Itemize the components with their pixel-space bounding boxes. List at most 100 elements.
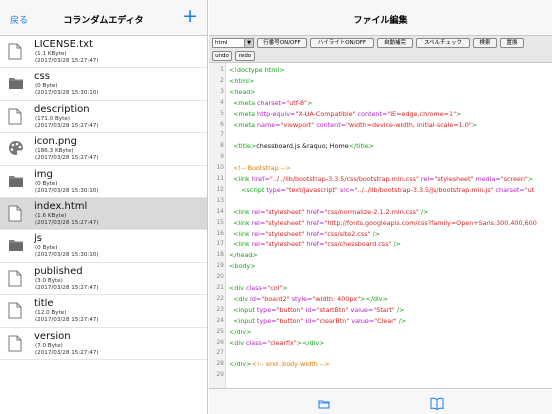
code-token: ></div> bbox=[360, 294, 388, 303]
code-token: /> bbox=[418, 207, 429, 216]
code-token: "../../lib/bootstrap-3.3.5/css/bootstrap… bbox=[269, 175, 419, 183]
code-token: <!-- Bootstrap --> bbox=[229, 164, 291, 173]
code-token: </div> bbox=[229, 360, 252, 369]
code-token: <link bbox=[229, 175, 252, 183]
file-list-item[interactable]: published (3.0 Byte) (2017/03/28 15:27:47) bbox=[0, 263, 207, 296]
code-token: <link bbox=[229, 229, 252, 238]
code-token: charset= bbox=[257, 98, 287, 107]
document-icon bbox=[8, 108, 22, 125]
code-token: "clearfix" bbox=[267, 338, 297, 347]
code-line: <meta http-equiv="X-UA-Compatible" conte… bbox=[229, 110, 461, 118]
line-number: 24 bbox=[216, 316, 224, 324]
code-token: href= bbox=[304, 207, 325, 216]
code-token: <link bbox=[229, 240, 252, 249]
document-icon bbox=[8, 335, 22, 352]
code-token: "text/javascript" bbox=[286, 185, 338, 194]
code-token: <html> bbox=[229, 76, 255, 85]
line-number: 9 bbox=[220, 153, 224, 161]
code-token: "IE=edge,chrome=1" bbox=[387, 109, 457, 118]
code-token: rel= bbox=[251, 229, 266, 238]
file-browser-panel: 戻る コランダムエディタ + LICENSE.txt (1.1 KByte) (20… bbox=[0, 0, 208, 414]
file-list-item[interactable]: js (0 Byte) (2017/03/28 15:30:10) bbox=[0, 230, 207, 263]
code-token: "css/normalize-2.1.2.min.css" bbox=[324, 207, 419, 216]
file-list-item[interactable]: icon.png (186.3 KByte) (2017/03/28 15:27:4… bbox=[0, 133, 207, 166]
code-token: "width=device-width, initial-scale=1.0" bbox=[346, 120, 472, 129]
file-list-item[interactable]: version (7.0 Byte) (2017/03/28 15:27:47) bbox=[0, 328, 207, 360]
code-token: rel= bbox=[418, 175, 435, 183]
spellcheck-button[interactable]: スペルチェック bbox=[416, 38, 470, 48]
code-line: <div id="board2" style="width: 400px"></… bbox=[229, 295, 388, 303]
line-number: 17 bbox=[216, 240, 224, 248]
code-line: </head> bbox=[229, 251, 258, 259]
code-token: "stylesheet" bbox=[265, 207, 305, 216]
file-browser-header: 戻る コランダムエディタ + bbox=[0, 0, 207, 36]
mode-select[interactable]: html ▼ bbox=[212, 38, 254, 48]
line-numbers-toggle-button[interactable]: 行番号ON/OFF bbox=[257, 38, 307, 48]
code-token: /> bbox=[370, 229, 380, 238]
line-number: 29 bbox=[216, 371, 224, 379]
redo-button[interactable]: redo bbox=[235, 51, 255, 61]
code-token: type= bbox=[266, 185, 287, 194]
code-line: <div class="clearfix"></div> bbox=[229, 339, 325, 347]
file-list-item[interactable]: title (12.0 Byte) (2017/03/28 15:27:47) bbox=[0, 295, 207, 328]
line-number: 23 bbox=[216, 305, 224, 313]
code-token: "board2" bbox=[261, 294, 290, 303]
code-token: value= bbox=[349, 316, 375, 325]
line-number: 6 bbox=[220, 120, 224, 128]
code-line: <input type="button" id="startBtn" value… bbox=[229, 306, 404, 314]
code-token: > bbox=[306, 98, 313, 107]
code-line: <meta name="viewport" content="width=dev… bbox=[229, 121, 477, 129]
file-list-item[interactable]: index.html (1.6 KByte) (2017/03/28 15:27:4… bbox=[0, 197, 207, 231]
line-number: 22 bbox=[216, 294, 224, 302]
autocomplete-button[interactable]: 自動補完 bbox=[377, 38, 413, 48]
code-line: <body> bbox=[229, 262, 256, 270]
code-token: rel= bbox=[251, 207, 266, 216]
code-token: </head> bbox=[229, 251, 258, 260]
undo-button[interactable]: undo bbox=[212, 51, 232, 61]
code-line: <script type="text/javascript" src="../.… bbox=[229, 186, 534, 194]
code-token: id= bbox=[250, 294, 262, 303]
code-token: <!doctype html> bbox=[229, 66, 285, 74]
mode-select-value: html bbox=[215, 40, 228, 46]
code-token: "screen" bbox=[500, 175, 528, 183]
code-token: href= bbox=[304, 240, 325, 249]
code-token: <input bbox=[229, 316, 257, 325]
file-list-item[interactable]: LICENSE.txt (1.1 KByte) (2017/03/28 15:27:… bbox=[0, 36, 207, 69]
code-token: "Start" bbox=[373, 305, 395, 314]
editor-toolbar: html ▼ 行番号ON/OFF ハイライトON/OFF 自動補完 スペルチェッ… bbox=[209, 36, 552, 50]
line-number: 25 bbox=[216, 327, 224, 335]
search-button[interactable]: 検索 bbox=[473, 38, 497, 48]
code-token: <link bbox=[229, 218, 252, 227]
code-token: "Clear" bbox=[374, 316, 397, 325]
folder-icon bbox=[8, 173, 23, 190]
file-name: css bbox=[34, 71, 50, 83]
file-list-item[interactable]: img (0 Byte) (2017/03/28 15:30:10) bbox=[0, 166, 207, 198]
code-line: </div><!-- end .body-width --> bbox=[229, 360, 330, 368]
code-token: id= bbox=[303, 305, 317, 314]
code-token: <div bbox=[229, 284, 247, 292]
line-number: 15 bbox=[216, 218, 224, 226]
code-editor[interactable]: 1 2 3 4 5 6 7 8 9 10 11 12 13 14 15 16 17 18 19 20 21 22 23 24 2… bbox=[209, 63, 552, 388]
document-icon bbox=[8, 205, 22, 222]
code-token: </div> bbox=[229, 327, 252, 336]
file-size: (0 Byte) bbox=[35, 83, 58, 90]
line-number: 4 bbox=[220, 98, 224, 106]
code-line: <!-- Bootstrap --> bbox=[229, 164, 291, 172]
editor-title: ファイル編集 bbox=[209, 0, 552, 36]
file-date: (2017/03/28 15:27:47) bbox=[35, 317, 99, 324]
code-token: rel= bbox=[251, 240, 266, 249]
code-line: <link href="../../lib/bootstrap-3.3.5/cs… bbox=[229, 175, 533, 183]
file-list-item[interactable]: css (0 Byte) (2017/03/28 15:30:10) bbox=[0, 68, 207, 101]
replace-button[interactable]: 置換 bbox=[500, 38, 524, 48]
code-token: name= bbox=[257, 120, 281, 129]
code-token: "ut bbox=[524, 185, 535, 194]
code-line: <html> bbox=[229, 77, 254, 85]
highlight-toggle-button[interactable]: ハイライトON/OFF bbox=[310, 38, 374, 48]
folder-icon[interactable] bbox=[318, 395, 330, 414]
code-line: <link rel="stylesheet" href="css/site2.c… bbox=[229, 230, 380, 238]
file-list-item[interactable]: description (171.0 Byte) (2017/03/28 15:27… bbox=[0, 101, 207, 134]
file-name: title bbox=[34, 298, 54, 310]
add-file-button[interactable]: + bbox=[182, 6, 198, 26]
book-icon[interactable] bbox=[430, 395, 444, 414]
file-size: (3.0 Byte) bbox=[35, 277, 63, 284]
